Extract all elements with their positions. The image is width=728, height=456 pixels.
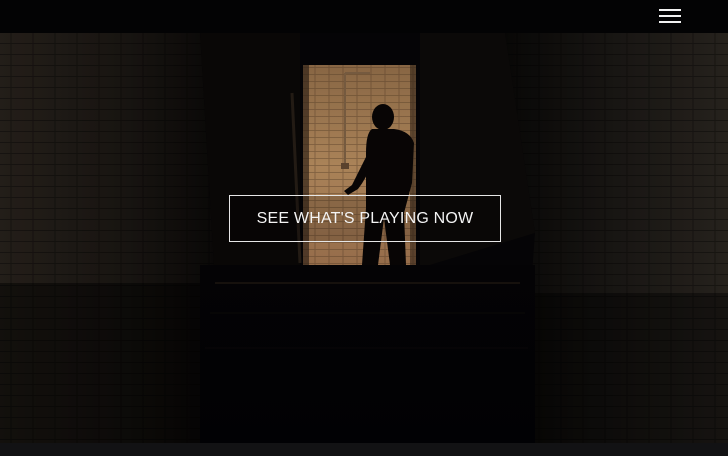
bottom-strip: [0, 443, 728, 456]
see-whats-playing-button[interactable]: SEE WHAT'S PLAYING NOW: [229, 195, 501, 242]
top-navigation-bar: [0, 0, 728, 33]
hamburger-menu-icon[interactable]: [659, 6, 681, 26]
hero-background-image: SEE WHAT'S PLAYING NOW: [0, 33, 728, 443]
